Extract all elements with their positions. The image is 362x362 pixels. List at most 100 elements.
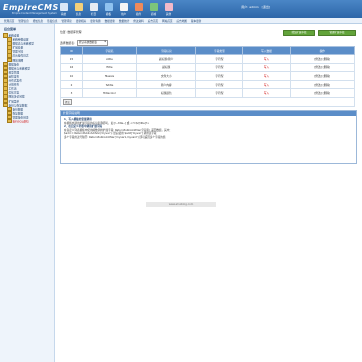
topnav-label: 商城 xyxy=(150,13,157,16)
cell-label: 文件大小 xyxy=(136,71,197,81)
top-header: EmpireCMS Empire Content Management Syst… xyxy=(0,0,362,18)
user-icon xyxy=(119,3,128,11)
shortcut-link[interactable]: 版本更新 xyxy=(191,19,201,23)
info-icon xyxy=(74,3,83,11)
sidebar-item-label: 执行SQL语句 xyxy=(12,119,29,124)
shortcut-link[interactable]: 更新专题 xyxy=(90,19,100,23)
cell-id: 10 xyxy=(60,71,83,81)
table-row: 16 ftitle 副标题 字符型 写入 [修改] [删除] xyxy=(60,62,356,73)
topnav-item-1[interactable]: 信息 xyxy=(71,1,86,17)
cell-ops[interactable]: [修改] [删除] xyxy=(289,71,356,81)
cell-type: 字符型 xyxy=(195,54,244,64)
cell-field: filesize xyxy=(81,71,138,81)
shortcut-link[interactable]: 更新相关 xyxy=(76,19,86,23)
cell-ops[interactable]: [修改] [删除] xyxy=(289,54,356,64)
top-navigation: 系统 信息 栏目 模板 用户 插件 商城 其他 xyxy=(56,1,176,17)
shortcut-link[interactable]: 网站首页 xyxy=(162,19,172,23)
sidebar: 后台菜单 系统设置 系统参数设置 数据表与系统模型 扩展变量 管理字段 后台操作日志 网站地… xyxy=(0,24,55,362)
column-header: 字段名 xyxy=(81,46,138,55)
topnav-label: 栏目 xyxy=(90,13,97,16)
manage-field-button[interactable]: 管理扩展字段 xyxy=(318,30,356,36)
cell-id: 15 xyxy=(60,54,83,64)
cell-mark: 写入 xyxy=(242,79,291,90)
topnav-item-2[interactable]: 栏目 xyxy=(86,1,101,17)
shortcut-link[interactable]: 管理评论 xyxy=(62,19,72,23)
cell-field: ftitle xyxy=(81,62,138,73)
cell-id: 2 xyxy=(60,79,83,90)
breadcrumb: 位置: 数据库管理 xyxy=(60,30,82,34)
shortcut-link[interactable]: 数据更新 xyxy=(105,19,115,23)
cell-type: 字符型 xyxy=(195,88,244,98)
cell-mark: 写入 xyxy=(242,71,291,81)
column-header: 写入数据 xyxy=(242,46,291,55)
topnav-item-7[interactable]: 其他 xyxy=(161,1,176,17)
template-icon xyxy=(104,3,113,11)
shortcut-link[interactable]: 数据统计 xyxy=(119,19,129,23)
cell-ops[interactable]: [修改] [删除] xyxy=(289,79,356,90)
topnav-label: 信息 xyxy=(75,13,82,16)
cell-label: 简介内容 xyxy=(136,79,197,90)
field-table: ID 字段名 字段标识 字段类型 写入数据 操作 15 stitle 副标题/简介 字符型 写入[… xyxy=(60,46,356,107)
shortcut-link[interactable]: 管理信息 xyxy=(18,19,28,23)
cell-ops[interactable]: [修改] [删除] xyxy=(289,88,356,98)
shortcut-link[interactable]: 增加信息 xyxy=(33,19,43,23)
shortcut-link[interactable]: 后台地图 xyxy=(177,19,187,23)
topnav-label: 系统 xyxy=(60,13,67,16)
submit-button[interactable]: 提交 xyxy=(63,98,72,105)
column-header: 操作 xyxy=(289,46,356,55)
cell-field: ftitlecolor xyxy=(81,88,138,98)
column-icon xyxy=(89,3,98,11)
table-select[interactable]: 默认系统数据表 ▼ xyxy=(76,40,108,46)
system-icon xyxy=(59,3,68,11)
topnav-label: 插件 xyxy=(135,13,142,16)
cell-mark: 写入 xyxy=(242,54,291,64)
cell-type: 字符型 xyxy=(195,79,244,90)
cell-ops[interactable]: [修改] [删除] xyxy=(289,62,356,73)
cell-mark: 写入 xyxy=(242,62,291,73)
table-row: 10 filesize 文件大小 字符型 写入 [修改] [删除] xyxy=(60,71,356,81)
tips-body: 1、写入模板的变量调用 在模板中调用扩展字段的标识名称即可，如 [!--title… xyxy=(61,116,356,142)
plugin-icon xyxy=(134,3,143,11)
cell-field: fstitle xyxy=(81,79,138,90)
table-row: 2 fstitle 简介内容 字符型 写入 [修改] [删除] xyxy=(60,79,356,90)
shortcut-link[interactable]: 管理首页 xyxy=(4,19,14,23)
column-header: 字段标识 xyxy=(136,46,197,55)
cell-label: 副标题/简介 xyxy=(136,54,197,64)
cell-field: stitle xyxy=(81,54,138,64)
filter-label: 选择数据表: xyxy=(60,40,75,45)
shop-icon xyxy=(149,3,158,11)
topnav-label: 模板 xyxy=(105,13,112,16)
username[interactable]: admin xyxy=(249,5,258,9)
shortcut-link[interactable]: 修改资料 xyxy=(133,19,143,23)
cell-id: 3 xyxy=(60,88,83,98)
topnav-item-0[interactable]: 系统 xyxy=(56,1,71,17)
table-header: ID 字段名 字段标识 字段类型 写入数据 操作 xyxy=(60,46,356,55)
table-filter: 选择数据表: 默认系统数据表 ▼ xyxy=(60,40,108,46)
tips-line: 多个字段用逗号隔开: ReturnPublicAddVar('myvar1,my… xyxy=(64,135,166,139)
sidebar-item[interactable]: 执行SQL语句 xyxy=(0,118,54,124)
table-row: 3 ftitlecolor 标题颜色 字符型 写入 [修改] [删除] xyxy=(60,88,356,98)
logo: EmpireCMS xyxy=(3,3,59,12)
shortcut-link[interactable]: 后台首页 xyxy=(148,19,158,23)
cell-mark: 写入 xyxy=(242,88,291,98)
add-field-button[interactable]: 增加扩展字段 xyxy=(283,30,315,36)
shortcut-link[interactable]: 签发信息 xyxy=(47,19,57,23)
tips-panel: 扩展字段说明 1、写入模板的变量调用 在模板中调用扩展字段的标识名称即可，如 [!… xyxy=(60,110,357,164)
folder-icon xyxy=(7,118,12,124)
topnav-item-6[interactable]: 商城 xyxy=(146,1,161,17)
topnav-label: 其他 xyxy=(165,13,172,16)
user-area: 用户: admin [退出] xyxy=(241,5,270,9)
cell-type: 字符型 xyxy=(195,62,244,73)
watermark: www.ehuiblog.com xyxy=(146,202,216,207)
sidebar-title: 后台菜单 xyxy=(4,27,17,31)
user-label: 用户: xyxy=(241,5,249,9)
cell-label: 标题颜色 xyxy=(136,88,197,98)
topnav-item-4[interactable]: 用户 xyxy=(116,1,131,17)
logout-link[interactable]: [退出] xyxy=(262,5,270,9)
topnav-item-3[interactable]: 模板 xyxy=(101,1,116,17)
topnav-item-5[interactable]: 插件 xyxy=(131,1,146,17)
other-icon xyxy=(164,3,173,11)
topnav-label: 用户 xyxy=(120,13,127,16)
logo-subtitle: Empire Content Management System xyxy=(12,12,57,15)
cell-label: 副标题 xyxy=(136,62,197,73)
